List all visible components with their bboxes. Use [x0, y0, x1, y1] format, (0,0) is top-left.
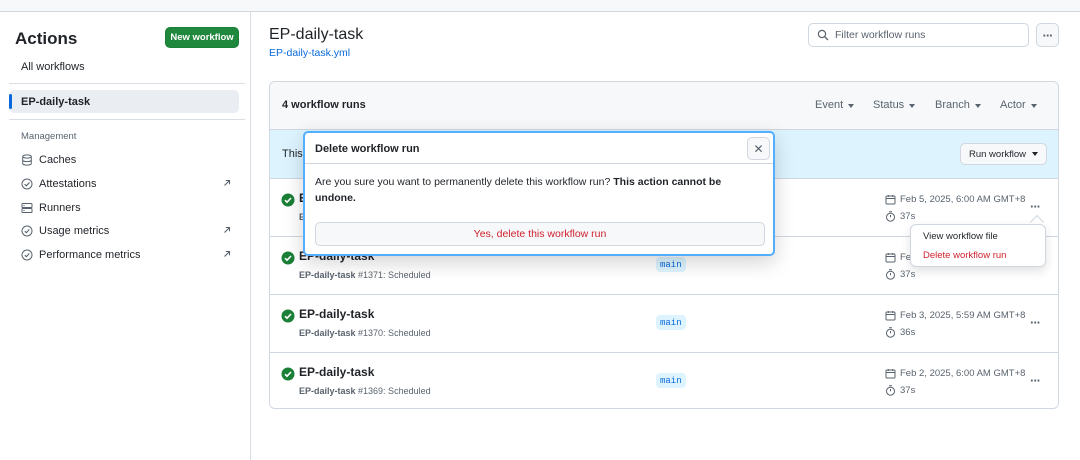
- stopwatch-icon: [885, 269, 896, 280]
- stopwatch-icon: [885, 327, 896, 338]
- filter-label: Status: [873, 99, 905, 111]
- caret-down-icon: [974, 103, 981, 108]
- more-options-button[interactable]: ···: [1036, 23, 1059, 47]
- delete-workflow-run-item[interactable]: Delete workflow run: [923, 250, 1006, 261]
- run-actions-menu: View workflow file Delete workflow run: [910, 224, 1046, 267]
- check-circle-icon: [21, 249, 33, 261]
- filter-label: Actor: [1000, 99, 1026, 111]
- success-check-icon: [281, 251, 295, 265]
- sidebar-item-label: Runners: [39, 202, 81, 214]
- sidebar-divider: [9, 83, 245, 84]
- filter-workflow-runs[interactable]: [808, 23, 1029, 47]
- success-check-icon: [281, 193, 295, 207]
- check-circle-icon: [21, 225, 33, 237]
- new-workflow-button[interactable]: New workflow: [165, 27, 239, 48]
- run-meta: EP-daily-task #1371: Scheduled: [299, 270, 431, 280]
- sidebar-item-caches[interactable]: Caches: [21, 151, 236, 169]
- workflow-run-row[interactable]: EP-daily-task EP-daily-task #1370: Sched…: [270, 295, 1058, 353]
- run-duration: 36s: [885, 327, 915, 338]
- sidebar-item-label: Performance metrics: [39, 249, 141, 261]
- caret-down-icon: [909, 103, 916, 108]
- external-link-icon: [222, 178, 232, 188]
- external-link-icon: [222, 225, 232, 235]
- sidebar: Actions New workflow All workflows EP-da…: [0, 12, 251, 460]
- calendar-icon: [885, 310, 896, 321]
- search-icon: [817, 29, 829, 41]
- run-date: Feb 2, 2025, 6:00 AM GMT+8: [885, 368, 1025, 379]
- run-duration: 37s: [885, 385, 915, 396]
- sidebar-item-runners[interactable]: Runners: [21, 199, 236, 217]
- sidebar-item-label: Caches: [39, 154, 77, 166]
- row-more-button[interactable]: ···: [1030, 199, 1041, 214]
- sidebar-item-performance-metrics[interactable]: Performance metrics: [21, 246, 236, 264]
- close-icon: ✕: [753, 141, 764, 156]
- button-label: Run workflow: [968, 148, 1027, 160]
- delete-run-dialog: Delete workflow run ✕ Are you sure you w…: [303, 131, 775, 256]
- branch-tag[interactable]: main: [656, 373, 686, 388]
- workflow-run-row[interactable]: EP-daily-task EP-daily-task #1369: Sched…: [270, 353, 1058, 408]
- sidebar-item-attestations[interactable]: Attestations: [21, 175, 236, 193]
- workflow-file-link[interactable]: EP-daily-task.yml: [269, 47, 350, 59]
- run-date: Feb 5, 2025, 6:00 AM GMT+8: [885, 194, 1025, 205]
- calendar-icon: [885, 368, 896, 379]
- close-button[interactable]: ✕: [747, 137, 770, 160]
- branch-filter[interactable]: Branch: [935, 99, 981, 111]
- sidebar-item-label: EP-daily-task: [21, 96, 91, 108]
- view-workflow-file-item[interactable]: View workflow file: [923, 231, 998, 242]
- branch-tag[interactable]: main: [656, 257, 686, 272]
- status-filter[interactable]: Status: [873, 99, 916, 111]
- run-duration: 37s: [885, 269, 915, 280]
- banner-text: This: [282, 148, 303, 160]
- actor-filter[interactable]: Actor: [1000, 99, 1037, 111]
- row-more-button[interactable]: ···: [1030, 373, 1041, 388]
- filter-label: Branch: [935, 99, 970, 111]
- sidebar-item-label: Usage metrics: [39, 225, 110, 237]
- success-check-icon: [281, 309, 295, 323]
- page-title: EP-daily-task: [269, 26, 364, 43]
- run-workflow-button[interactable]: Run workflow: [960, 143, 1047, 165]
- dialog-divider: [305, 163, 773, 164]
- run-title[interactable]: EP-daily-task: [299, 365, 374, 379]
- dialog-body: Are you sure you want to permanently del…: [315, 176, 722, 204]
- event-filter[interactable]: Event: [815, 99, 855, 111]
- run-meta: EP-daily-task #1369: Scheduled: [299, 386, 431, 396]
- sidebar-item-all-workflows[interactable]: All workflows: [21, 61, 85, 73]
- run-title[interactable]: EP-daily-task: [299, 307, 374, 321]
- runs-panel-header: 4 workflow runs Event Status Branch Acto…: [270, 82, 1058, 130]
- row-more-button[interactable]: ···: [1030, 315, 1041, 330]
- dialog-title: Delete workflow run: [315, 143, 420, 155]
- database-icon: [21, 154, 33, 166]
- run-duration: 37s: [885, 211, 915, 222]
- management-heading: Management: [21, 131, 77, 142]
- caret-down-icon: [1032, 152, 1039, 156]
- verified-icon: [21, 178, 33, 190]
- sidebar-item-usage-metrics[interactable]: Usage metrics: [21, 222, 236, 240]
- external-link-icon: [222, 249, 232, 259]
- sidebar-item-label: Attestations: [39, 178, 97, 190]
- calendar-icon: [885, 194, 896, 205]
- sidebar-title: Actions: [15, 29, 78, 48]
- caret-down-icon: [848, 103, 855, 108]
- search-input[interactable]: [835, 29, 1015, 41]
- sidebar-divider: [9, 119, 245, 120]
- success-check-icon: [281, 367, 295, 381]
- calendar-icon: [885, 252, 896, 263]
- stopwatch-icon: [885, 385, 896, 396]
- caret-down-icon: [1030, 103, 1037, 108]
- selected-indicator: [9, 94, 12, 109]
- filter-label: Event: [815, 99, 844, 111]
- confirm-delete-button[interactable]: Yes, delete this workflow run: [315, 222, 765, 246]
- run-meta: EP-daily-task #1370: Scheduled: [299, 328, 431, 338]
- top-strip: [0, 0, 1080, 12]
- stopwatch-icon: [885, 211, 896, 222]
- run-date: Feb 3, 2025, 5:59 AM GMT+8: [885, 310, 1025, 321]
- runs-count: 4 workflow runs: [282, 99, 366, 111]
- branch-tag[interactable]: main: [656, 315, 686, 330]
- server-icon: [21, 202, 33, 214]
